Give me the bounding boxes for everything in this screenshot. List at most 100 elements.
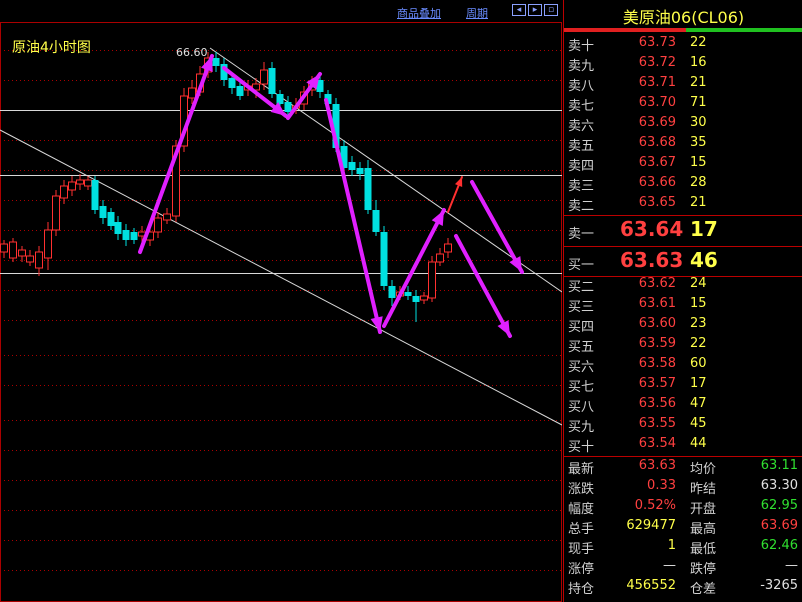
level-label: 买十 [568,440,595,455]
candle-body-up [436,253,444,263]
stat-v2: 63.69 [760,518,798,533]
chart-title: 原油4小时图 [12,40,91,56]
ask-row[interactable]: 卖三 63.66 28 [564,175,802,195]
candle-body-down [107,212,115,226]
candle-body-up [154,217,162,233]
overlay-link[interactable]: 商品叠加 [397,5,441,21]
candle-body-up [52,195,60,231]
scroll-left-icon[interactable]: ◂ [512,4,526,16]
bid-row[interactable]: 买九 63.55 45 [564,416,802,436]
candle-body-down [91,180,99,210]
bid-row[interactable]: 买八 63.56 47 [564,396,802,416]
candle-body-down [268,68,276,94]
ask-row[interactable]: 卖九 63.72 16 [564,55,802,75]
candle-body-down [212,58,220,66]
candle-body-down [364,168,372,210]
candle-body-down [380,232,388,286]
level-vol: 22 [690,35,707,50]
candle-body-down [356,168,364,174]
period-link[interactable]: 周期 [466,5,488,21]
level-label: 卖九 [568,59,595,74]
bid-row[interactable]: 买二 63.62 24 [564,276,802,296]
ask-row[interactable]: 卖二 63.65 21 [564,195,802,215]
title-bar-red [564,28,686,32]
ask-row[interactable]: 卖八 63.71 21 [564,75,802,95]
chart-panel[interactable]: 商品叠加 周期 ◂ ▸ ▫ 原油4小时图 66.60 [0,0,562,602]
stat-v2: 62.46 [760,538,798,553]
level-price: 63.68 [638,135,676,150]
stat-l2: 仓差 [690,582,717,597]
level-price: 63.69 [638,115,676,130]
ask-1-row[interactable]: 卖一 63.64 17 [564,217,802,245]
stat-row: 持仓 456552 仓差 -3265 [564,578,802,598]
ask-row[interactable]: 卖七 63.70 71 [564,95,802,115]
level-vol: 28 [690,175,707,190]
stat-v1: 1 [667,538,676,553]
candle-body-down [122,230,130,240]
quote-title: 美原油06(CL06) [622,8,745,27]
level-vol: 23 [690,316,707,331]
candle-body-down [236,86,244,96]
divider [564,456,802,457]
candle-body-down [130,232,138,240]
stat-l2: 开盘 [690,502,717,517]
stat-v1: 456552 [626,578,676,593]
stat-v2: 63.11 [760,458,798,473]
level-vol: 71 [690,95,707,110]
stat-l2: 均价 [690,462,717,477]
stat-l2: 昨结 [690,482,717,497]
ask-row[interactable]: 卖四 63.67 15 [564,155,802,175]
bid-row[interactable]: 买三 63.61 15 [564,296,802,316]
level-label: 买五 [568,340,595,355]
level-vol: 35 [690,135,707,150]
candle-body-up [18,249,26,257]
stat-l2: 最高 [690,522,717,537]
level-price: 63.57 [638,376,676,391]
candlestick-chart[interactable] [0,0,562,602]
ask-row[interactable]: 卖六 63.69 30 [564,115,802,135]
level-price: 63.70 [638,95,676,110]
stat-row: 总手 629477 最高 63.69 [564,518,802,538]
level-vol: 22 [690,336,707,351]
expand-icon[interactable]: ▫ [544,4,558,16]
bid-row[interactable]: 买四 63.60 23 [564,316,802,336]
bid-row[interactable]: 买五 63.59 22 [564,336,802,356]
candle-body-up [260,69,268,85]
level-label: 买八 [568,400,595,415]
candle-body-up [26,255,34,263]
stat-v1: 629477 [626,518,676,533]
candle-body-up [9,241,17,259]
candle-body-down [388,286,396,298]
level-vol: 24 [690,276,707,291]
candle-body-up [68,181,76,191]
bid-row[interactable]: 买七 63.57 17 [564,376,802,396]
stat-l2: 最低 [690,542,717,557]
scroll-right-icon[interactable]: ▸ [528,4,542,16]
projection-arrow-head [454,177,463,187]
candle-body-down [99,206,107,218]
level-price: 63.64 [620,217,684,241]
candle-body-down [404,292,412,296]
high-price-label: 66.60 [176,46,208,59]
level-label: 卖十 [568,39,595,54]
level-price: 63.59 [638,336,676,351]
bid-1-row[interactable]: 买一 63.63 46 [564,248,802,276]
level-price: 63.62 [638,276,676,291]
level-vol: 17 [690,376,707,391]
bid-row[interactable]: 买十 63.54 44 [564,436,802,456]
stat-v2: 62.95 [760,498,798,513]
ask-row[interactable]: 卖十 63.73 22 [564,35,802,55]
stat-v2: -3265 [760,578,798,593]
level-price: 63.71 [638,75,676,90]
level-vol: 17 [690,217,718,241]
level-label: 买三 [568,300,595,315]
level-price: 63.55 [638,416,676,431]
level-label: 卖四 [568,159,595,174]
bid-row[interactable]: 买六 63.58 60 [564,356,802,376]
level-label: 卖三 [568,179,595,194]
level-vol: 46 [690,248,718,272]
divider [564,246,802,247]
candle-body-up [60,185,68,199]
level-label: 卖六 [568,119,595,134]
ask-row[interactable]: 卖五 63.68 35 [564,135,802,155]
